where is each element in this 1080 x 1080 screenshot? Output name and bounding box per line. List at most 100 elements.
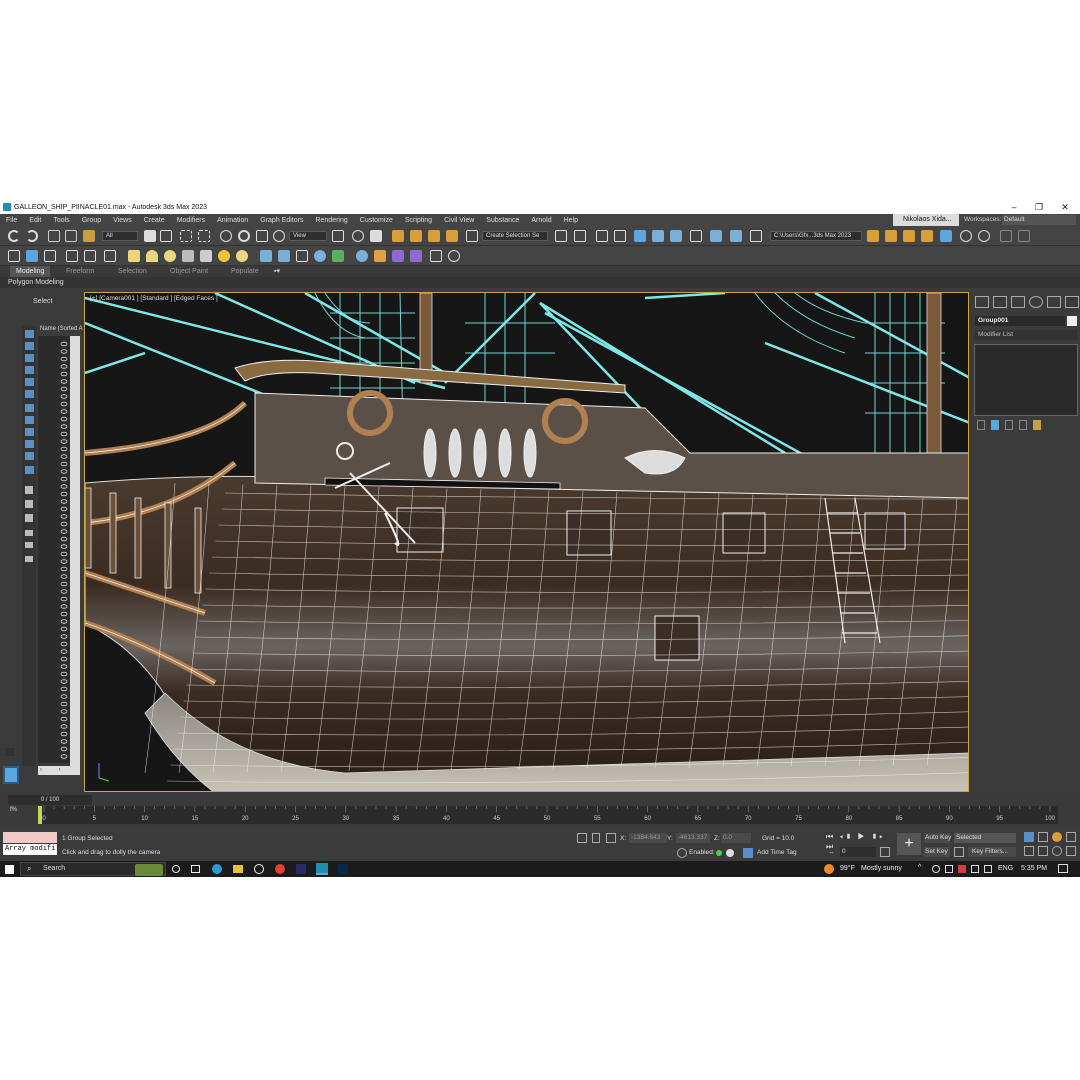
utilities-tab-icon[interactable] [1065, 296, 1079, 308]
menu-help[interactable]: Help [558, 217, 584, 224]
percent-snap-icon[interactable] [428, 230, 440, 242]
cone-primitive-icon[interactable] [200, 250, 212, 262]
onedrive-icon[interactable] [945, 865, 953, 873]
visibility-eye-icon[interactable] [60, 386, 68, 392]
taskbar-search-box[interactable]: ⌕ Search [20, 862, 166, 876]
time-tag-icon[interactable] [726, 849, 734, 857]
expand-arrow-icon[interactable] [5, 748, 15, 756]
visibility-eye-icon[interactable] [60, 679, 68, 684]
link-icon[interactable] [48, 230, 60, 242]
edit-named-selection-icon[interactable] [466, 230, 478, 242]
visibility-eye-icon[interactable] [60, 529, 68, 534]
tab-object-paint[interactable]: Object Paint [170, 266, 208, 277]
visibility-eye-icon[interactable] [60, 596, 68, 602]
arnold-icon[interactable] [410, 250, 422, 262]
curve-editor-icon[interactable] [652, 230, 664, 242]
menu-tools[interactable]: Tools [47, 217, 75, 224]
extra-tool-icon[interactable] [1000, 230, 1012, 242]
visibility-eye-icon[interactable] [60, 469, 68, 474]
active-view-icon[interactable] [26, 250, 38, 262]
visibility-eye-icon[interactable] [60, 521, 68, 527]
system-clock[interactable]: 5:35 PM [1021, 865, 1047, 872]
tab-populate[interactable]: Populate [231, 266, 259, 277]
x-coordinate-field[interactable]: -1384.643 [629, 833, 667, 843]
name-column-header[interactable]: Name (Sorted A [40, 326, 83, 332]
visibility-eye-icon[interactable] [60, 611, 68, 617]
visibility-eye-icon[interactable] [60, 701, 68, 707]
visibility-eye-icon[interactable] [60, 514, 68, 519]
visibility-eye-icon[interactable] [60, 341, 68, 347]
visibility-eye-icon[interactable] [60, 416, 68, 422]
pivot-center-icon[interactable] [332, 230, 344, 242]
time-slider[interactable]: 0 / 100 [8, 795, 92, 805]
rotate-icon[interactable] [238, 230, 250, 242]
save-folder-icon[interactable] [903, 230, 915, 242]
visibility-eye-icon[interactable] [60, 506, 68, 512]
set-key-button[interactable]: Set Key [924, 847, 950, 857]
browse-folder-icon[interactable] [921, 230, 933, 242]
dome-primitive-icon[interactable] [146, 250, 158, 262]
tab-selection[interactable]: Selection [118, 266, 147, 277]
adaptive-degradation-icon[interactable] [677, 848, 687, 858]
menu-substance[interactable]: Substance [480, 217, 525, 224]
visibility-eye-icon[interactable] [60, 446, 68, 452]
visibility-eye-icon[interactable] [60, 499, 68, 504]
cortana-icon[interactable] [172, 865, 180, 873]
project-folder-icon[interactable] [885, 230, 897, 242]
visibility-eye-icon[interactable] [60, 424, 68, 429]
field-of-view-icon[interactable] [1066, 832, 1076, 842]
visibility-eye-icon[interactable] [60, 476, 68, 482]
snaps-toggle-icon[interactable] [392, 230, 404, 242]
selection-filter-dropdown[interactable]: All [102, 231, 138, 241]
create-helper-icon[interactable] [104, 250, 116, 262]
torus-primitive-icon[interactable] [182, 250, 194, 262]
unlink-icon[interactable] [65, 230, 77, 242]
viewport-layout-icon[interactable] [44, 250, 56, 262]
modify-tab-icon[interactable] [993, 296, 1007, 308]
visibility-eye-icon[interactable] [60, 731, 68, 737]
pin-stack-icon[interactable] [977, 420, 985, 430]
create-tab-icon[interactable] [975, 296, 989, 308]
show-end-result-icon[interactable] [991, 420, 999, 430]
visibility-eye-icon[interactable] [60, 454, 68, 459]
window-crossing-icon[interactable] [198, 230, 210, 242]
tab-freeform[interactable]: Freeform [66, 266, 94, 277]
mirror-icon[interactable] [555, 230, 567, 242]
polygon-modeling-label[interactable]: Polygon Modeling [8, 277, 64, 288]
weather-temperature[interactable]: 99°F [840, 865, 855, 872]
visibility-eye-icon[interactable] [60, 371, 68, 377]
configure-sets-icon[interactable] [1033, 420, 1041, 430]
key-tangent-icon[interactable] [954, 847, 964, 857]
menu-animation[interactable]: Animation [211, 217, 254, 224]
photoshop-icon[interactable] [338, 864, 348, 874]
visibility-eye-icon[interactable] [60, 694, 68, 699]
explorer-hscroll[interactable]: ‹ › [38, 766, 80, 775]
minimize-button[interactable]: – [1003, 200, 1025, 214]
select-label[interactable]: Select [33, 298, 52, 305]
scene-explorer-toggle-icon[interactable] [3, 766, 19, 784]
visibility-eye-icon[interactable] [60, 746, 68, 752]
visibility-eye-icon[interactable] [60, 551, 68, 557]
tray-chevron-icon[interactable]: ^ [918, 864, 921, 871]
open-explorer-icon[interactable] [867, 230, 879, 242]
tab-modeling[interactable]: Modeling [10, 266, 51, 277]
volume-icon[interactable] [984, 865, 992, 873]
placement-icon[interactable] [273, 230, 285, 242]
timeline-settings-icon[interactable]: f% [10, 807, 38, 823]
z-coordinate-field[interactable]: 0.0 [721, 833, 751, 843]
menu-scripting[interactable]: Scripting [399, 217, 438, 224]
chrome-icon[interactable] [275, 864, 285, 874]
render-setup-icon[interactable] [710, 230, 722, 242]
modifier-stack[interactable] [974, 344, 1078, 416]
visibility-eye-icon[interactable] [60, 604, 68, 609]
angle-snap-icon[interactable] [410, 230, 422, 242]
visibility-eye-icon[interactable] [60, 641, 68, 647]
visibility-eye-icon[interactable] [60, 656, 68, 662]
rectangular-selection-icon[interactable] [180, 230, 192, 242]
display-tab-icon[interactable] [1047, 296, 1061, 308]
scale-icon[interactable] [256, 230, 268, 242]
weather-icon[interactable] [824, 864, 834, 874]
object-color-swatch[interactable] [1067, 316, 1077, 326]
scene-converter-icon[interactable] [430, 250, 442, 262]
maximize-viewport-icon[interactable] [1066, 846, 1076, 856]
